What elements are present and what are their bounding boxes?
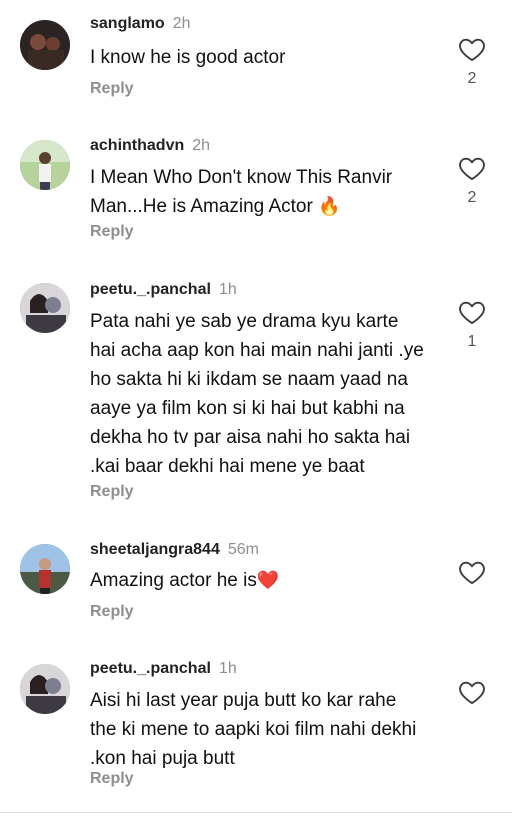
timestamp: 1h <box>218 281 237 298</box>
like-count: 1 <box>467 333 477 350</box>
heart-outline-icon[interactable] <box>458 559 486 585</box>
reply-button[interactable]: Reply <box>90 80 134 98</box>
like-count: 2 <box>467 70 477 87</box>
avatar[interactable] <box>20 283 70 333</box>
timestamp: 1h <box>218 660 237 677</box>
like-count: 2 <box>467 189 477 206</box>
comment-meta: sheetaljangra844 56m <box>90 541 259 559</box>
comment-text: I know he is good actor <box>90 47 286 68</box>
heart-outline-icon[interactable] <box>458 36 486 62</box>
username[interactable]: peetu._.panchal <box>90 660 211 677</box>
comment-meta: achinthadvn 2h <box>90 137 210 155</box>
fire-emoji: 🔥 <box>318 196 341 216</box>
avatar[interactable] <box>20 140 70 190</box>
heart-outline-icon[interactable] <box>458 299 486 325</box>
comment-text-body: Amazing actor he is <box>90 570 257 591</box>
comment-text: Pata nahi ye sab ye drama kyu karte hai … <box>90 311 424 477</box>
comment-meta: peetu._.panchal 1h <box>90 281 237 299</box>
comment-text: Aisi hi last year puja butt ko kar rahe … <box>90 690 417 769</box>
avatar-image <box>20 544 70 594</box>
comment-text-body: I Mean Who Don't know This Ranvir Man...… <box>90 167 393 217</box>
username[interactable]: sanglamo <box>90 15 165 32</box>
username[interactable]: peetu._.panchal <box>90 281 211 298</box>
avatar[interactable] <box>20 544 70 594</box>
avatar[interactable] <box>20 664 70 714</box>
reply-button[interactable]: Reply <box>90 603 134 621</box>
avatar-image <box>20 20 70 70</box>
comment-text: I Mean Who Don't know This Ranvir Man...… <box>90 163 430 221</box>
divider <box>0 812 512 813</box>
username[interactable]: sheetaljangra844 <box>90 541 220 558</box>
comment-meta: peetu._.panchal 1h <box>90 660 237 678</box>
reply-button[interactable]: Reply <box>90 770 134 788</box>
timestamp: 2h <box>192 137 211 154</box>
heart-emoji: ❤️ <box>256 570 280 590</box>
timestamp: 2h <box>172 15 191 32</box>
avatar-image <box>20 664 70 714</box>
avatar[interactable] <box>20 20 70 70</box>
reply-button[interactable]: Reply <box>90 483 134 501</box>
avatar-image <box>20 140 70 190</box>
avatar-image <box>20 283 70 333</box>
comment-meta: sanglamo 2h <box>90 15 190 33</box>
reply-button[interactable]: Reply <box>90 223 134 241</box>
comment-text: Amazing actor he is❤️ <box>90 566 430 595</box>
timestamp: 56m <box>227 541 259 558</box>
heart-outline-icon[interactable] <box>458 155 486 181</box>
username[interactable]: achinthadvn <box>90 137 184 154</box>
heart-outline-icon[interactable] <box>458 679 486 705</box>
